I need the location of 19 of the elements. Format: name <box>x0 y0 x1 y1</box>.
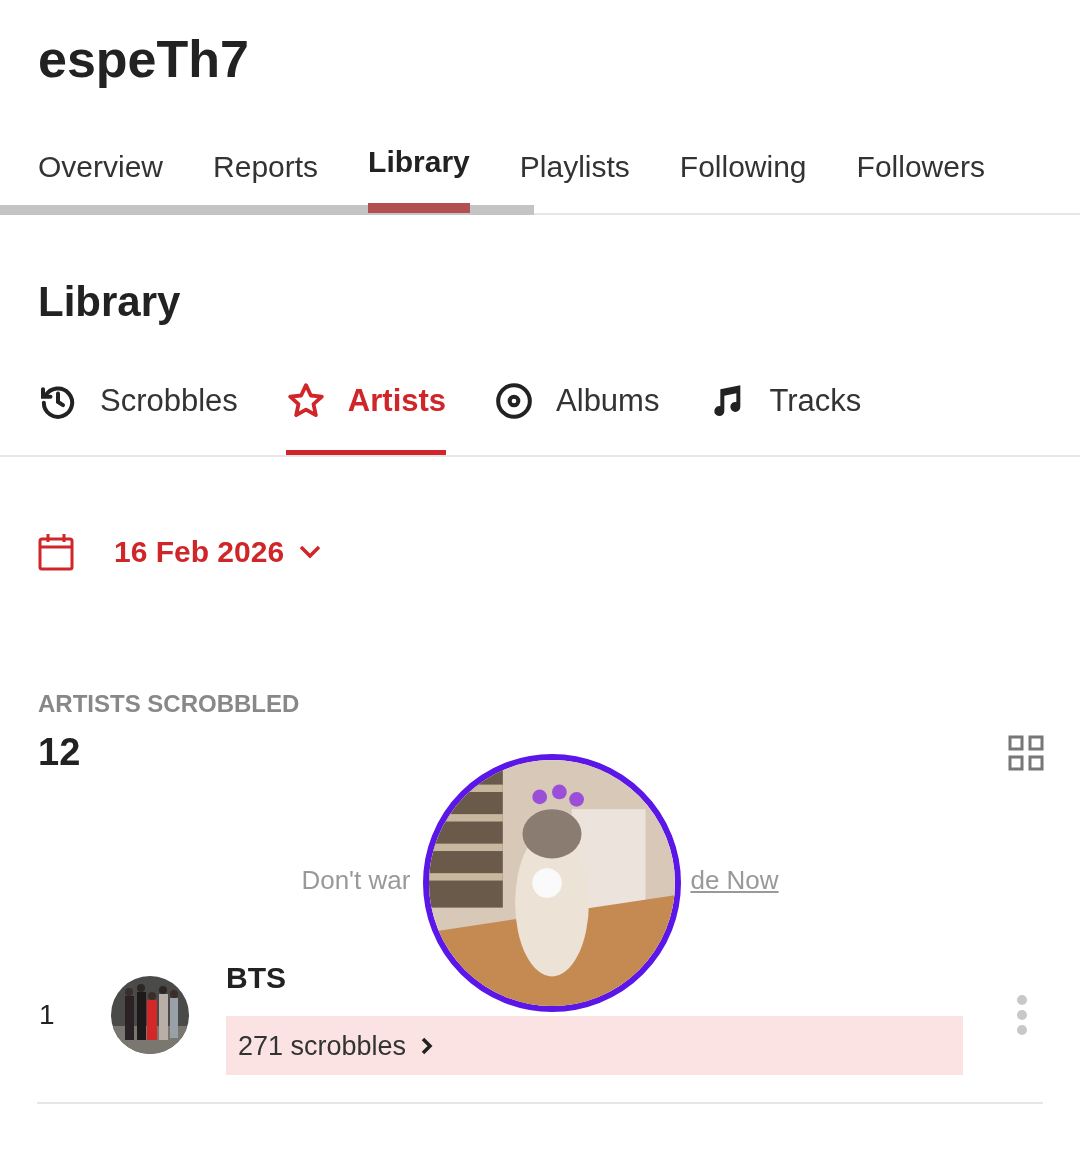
category-tab[interactable]: Albums <box>494 377 660 456</box>
profile-tab[interactable]: Reports <box>213 90 319 214</box>
profile-tab[interactable]: Playlists <box>519 90 630 214</box>
profile-tab[interactable]: Following <box>679 90 807 214</box>
stat-label: ARTISTS SCROBBLED <box>37 689 301 720</box>
rank-number: 1 <box>38 998 56 1033</box>
ad-text: Don't war <box>301 865 411 896</box>
profile-tab[interactable]: Library <box>368 90 470 214</box>
username: espeTh7 <box>37 29 250 90</box>
scrobble-count-bar[interactable]: 271 scrobbles <box>226 1016 963 1076</box>
category-tab[interactable]: Scrobbles <box>38 377 238 456</box>
section-title: Library <box>37 277 182 328</box>
profile-tab[interactable]: Overview <box>38 90 164 214</box>
category-tab[interactable]: Tracks <box>707 377 862 456</box>
stat-value: 12 <box>38 730 81 776</box>
category-tab[interactable]: Artists <box>285 377 447 456</box>
artist-name[interactable]: BTS <box>226 955 963 1001</box>
date-dropdown[interactable]: 16 Feb 2026 <box>114 529 323 575</box>
profile-tab[interactable]: Followers <box>856 90 985 214</box>
